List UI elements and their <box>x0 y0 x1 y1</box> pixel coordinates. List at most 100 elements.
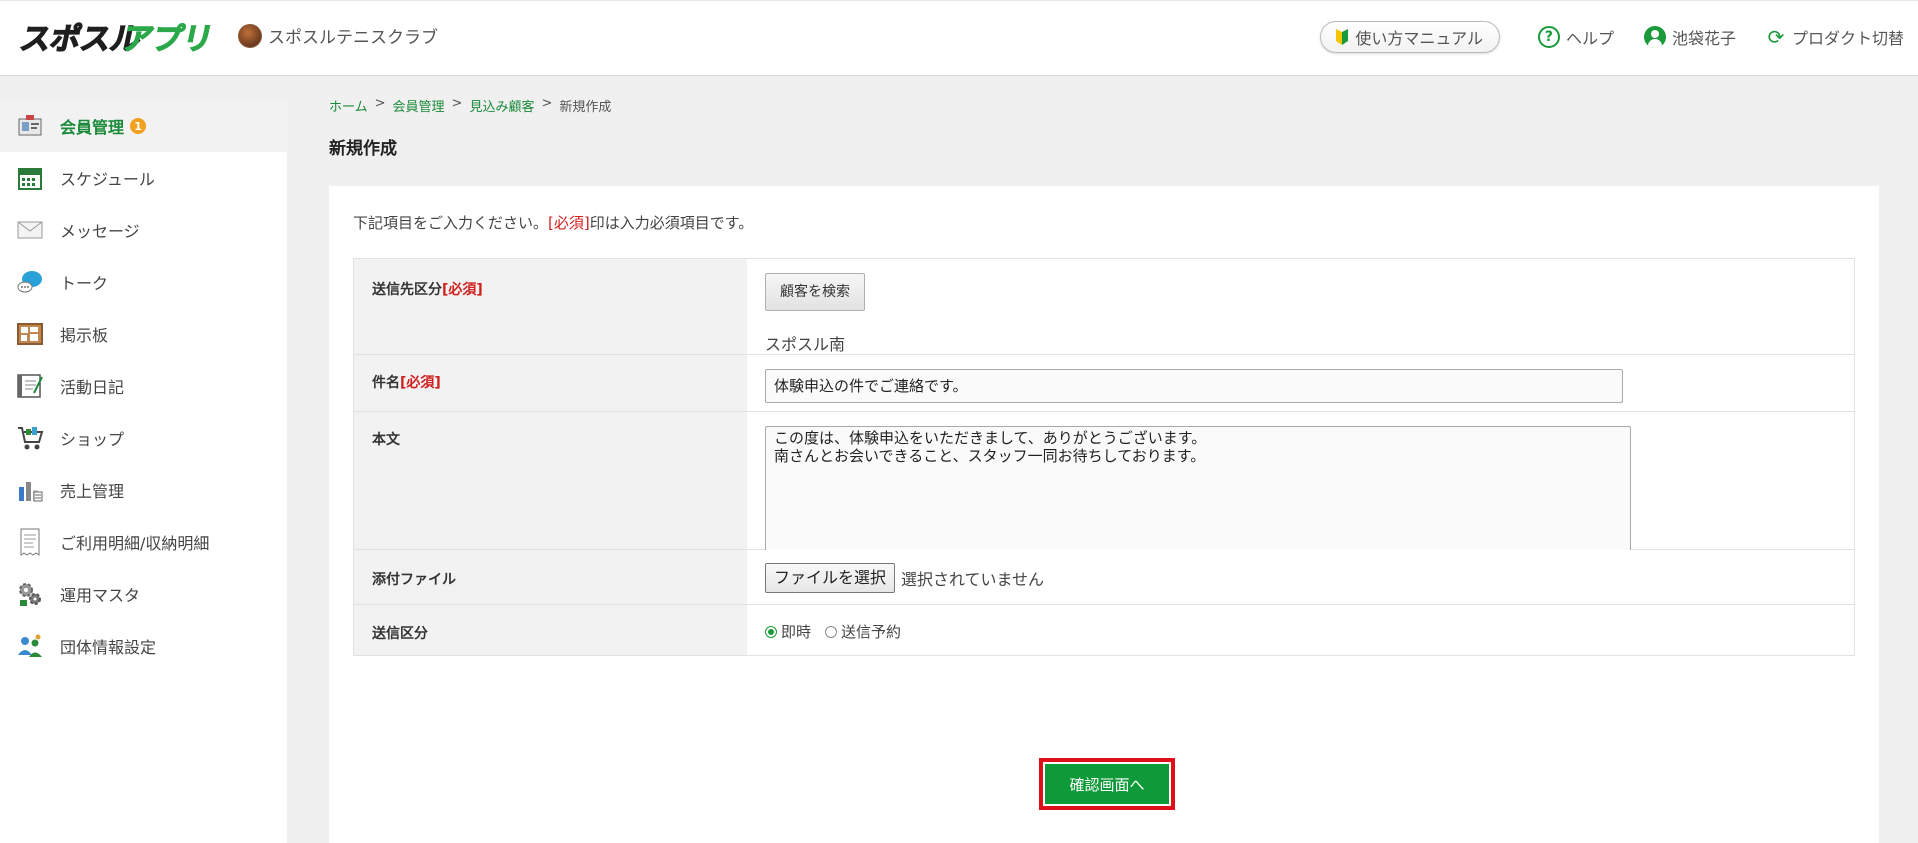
radio-unchecked-icon <box>825 625 838 638</box>
app-logo[interactable]: スポスル アプリ <box>16 15 217 61</box>
help-link[interactable]: ? ヘルプ <box>1537 25 1614 49</box>
attachment-value: ファイルを選択 選択されていません <box>747 550 1854 604</box>
breadcrumb: ホーム > 会員管理 > 見込み顧客 > 新規作成 <box>329 96 611 115</box>
body-value: この度は、体験申込をいただきまして、ありがとうございます。 南さんとお会いできる… <box>747 412 1854 552</box>
required-tag: [必須] <box>442 282 483 298</box>
radio-immediate[interactable]: 即時 <box>765 621 811 642</box>
notification-badge: 1 <box>130 118 147 134</box>
sidebar-item-label: 活動日記 <box>60 378 125 397</box>
body-line-1: この度は、体験申込をいただきまして、ありがとうございます。 <box>774 429 1207 447</box>
required-tag: [必須] <box>400 375 441 391</box>
group-settings-icon <box>16 632 44 660</box>
org-selector[interactable]: スポスルテニスクラブ <box>238 23 438 48</box>
header-actions: 使い方マニュアル ? ヘルプ 池袋花子 ⟳ プロダクト切替 <box>1320 21 1918 53</box>
recipient-label: 送信先区分[必須] <box>354 259 747 354</box>
send-type-label: 送信区分 <box>354 605 747 655</box>
app-logo-graphic: スポスル アプリ <box>16 22 217 58</box>
breadcrumb-separator: > <box>374 96 386 111</box>
sidebar-item-group-settings[interactable]: 団体情報設定 <box>0 620 287 672</box>
sidebar: 会員管理 1 スケジュール メッセージ トーク 掲示板 活動日記 ショップ 売上… <box>0 100 287 843</box>
attachment-label-text: 添付ファイル <box>372 572 456 588</box>
manual-button[interactable]: 使い方マニュアル <box>1320 21 1500 53</box>
recipient-value: 顧客を検索 スポスル南 <box>747 259 1854 354</box>
sidebar-item-message[interactable]: メッセージ <box>0 204 287 256</box>
breadcrumb-prospects[interactable]: 見込み顧客 <box>469 96 534 115</box>
subject-label-text: 件名 <box>372 375 400 391</box>
refresh-icon: ⟳ <box>1767 25 1785 49</box>
product-switch-link[interactable]: ⟳ プロダクト切替 <box>1766 25 1904 49</box>
sidebar-item-label: ご利用明細/収納明細 <box>60 534 210 553</box>
sidebar-item-label: 売上管理 <box>60 482 125 501</box>
sidebar-item-label: 団体情報設定 <box>60 638 157 657</box>
radio-checked-icon <box>765 625 777 638</box>
sidebar-item-schedule[interactable]: スケジュール <box>0 152 287 204</box>
manual-label: 使い方マニュアル <box>1355 29 1483 48</box>
page-title: 新規作成 <box>329 139 397 159</box>
choose-file-button[interactable]: ファイルを選択 <box>765 563 896 593</box>
form-panel: 下記項目をご入力ください。[必須]印は入力必須項目です。 送信先区分[必須] 顧… <box>329 186 1879 843</box>
confirm-button[interactable]: 確認画面へ <box>1045 764 1169 804</box>
body-textarea[interactable]: この度は、体験申込をいただきまして、ありがとうございます。 南さんとお会いできる… <box>765 426 1631 552</box>
breadcrumb-home[interactable]: ホーム <box>329 96 368 115</box>
sidebar-item-label: スケジュール <box>60 170 155 189</box>
sidebar-item-shop[interactable]: ショップ <box>0 412 287 464</box>
beginner-mark-icon <box>1336 29 1349 45</box>
sales-chart-icon <box>16 476 44 504</box>
sidebar-item-label: ショップ <box>60 430 125 449</box>
breadcrumb-separator: > <box>541 96 553 111</box>
org-name: スポスルテニスクラブ <box>268 28 438 48</box>
product-switch-label: プロダクト切替 <box>1791 29 1904 48</box>
sidebar-item-label: 掲示板 <box>60 326 109 345</box>
top-header: スポスル アプリ スポスルテニスクラブ 使い方マニュアル ? ヘルプ 池袋花子 … <box>0 0 1918 76</box>
sidebar-item-label: メッセージ <box>60 222 140 241</box>
sidebar-item-sales[interactable]: 売上管理 <box>0 464 287 516</box>
form-row-subject: 件名[必須] 体験申込の件でご連絡です。 <box>354 355 1854 412</box>
customer-search-button[interactable]: 顧客を検索 <box>765 273 865 311</box>
form-row-body: 本文 この度は、体験申込をいただきまして、ありがとうございます。 南さんとお会い… <box>354 412 1854 552</box>
subject-value: 体験申込の件でご連絡です。 <box>747 355 1854 411</box>
app-logo-text-green: アプリ <box>119 22 216 57</box>
form-row-send-type: 送信区分 即時 送信予約 <box>354 605 1854 655</box>
diary-icon <box>16 372 44 400</box>
send-type-value: 即時 送信予約 <box>747 605 1854 655</box>
intro-text-before: 下記項目をご入力ください。 <box>353 214 549 232</box>
form-row-recipient: 送信先区分[必須] 顧客を検索 スポスル南 <box>354 259 1854 355</box>
subject-input[interactable]: 体験申込の件でご連絡です。 <box>765 369 1623 403</box>
sidebar-item-label: 会員管理 <box>60 118 125 137</box>
body-line-2: 南さんとお会いできること、スタッフ一同お待ちしております。 <box>774 447 1206 465</box>
sidebar-item-master[interactable]: 運用マスタ <box>0 568 287 620</box>
user-menu[interactable]: 池袋花子 <box>1643 25 1736 49</box>
sidebar-item-member[interactable]: 会員管理 1 <box>0 100 287 152</box>
gears-icon <box>16 580 44 608</box>
receipt-icon <box>16 528 44 556</box>
sidebar-item-diary[interactable]: 活動日記 <box>0 360 287 412</box>
envelope-icon <box>16 216 44 244</box>
radio-scheduled-label: 送信予約 <box>841 623 902 641</box>
main-content: ホーム > 会員管理 > 見込み顧客 > 新規作成 新規作成 下記項目をご入力く… <box>287 76 1918 843</box>
org-avatar-icon <box>238 23 262 48</box>
calendar-icon <box>16 164 44 192</box>
chat-bubble-icon <box>16 268 44 296</box>
user-name: 池袋花子 <box>1671 29 1736 48</box>
intro-text-after: 印は入力必須項目です。 <box>589 214 754 232</box>
intro-required-mark: [必須] <box>548 214 590 232</box>
help-icon: ? <box>1537 26 1560 48</box>
member-card-icon <box>16 112 44 140</box>
sidebar-item-label: トーク <box>60 274 109 293</box>
breadcrumb-current: 新規作成 <box>559 100 612 115</box>
breadcrumb-member[interactable]: 会員管理 <box>393 96 445 115</box>
form-intro: 下記項目をご入力ください。[必須]印は入力必須項目です。 <box>353 212 753 233</box>
sidebar-item-statement[interactable]: ご利用明細/収納明細 <box>0 516 287 568</box>
body-label: 本文 <box>354 412 747 549</box>
form-row-attachment: 添付ファイル ファイルを選択 選択されていません <box>354 550 1854 605</box>
user-icon <box>1643 26 1666 48</box>
sidebar-item-board[interactable]: 掲示板 <box>0 308 287 360</box>
confirm-button-highlight: 確認画面へ <box>1039 758 1175 810</box>
send-type-label-text: 送信区分 <box>372 626 428 642</box>
sidebar-item-label: 運用マスタ <box>60 586 141 605</box>
sidebar-item-talk[interactable]: トーク <box>0 256 287 308</box>
selected-recipient: スポスル南 <box>765 335 846 354</box>
radio-scheduled[interactable]: 送信予約 <box>825 621 901 642</box>
file-picker: ファイルを選択 選択されていません <box>765 563 1836 593</box>
form-table: 送信先区分[必須] 顧客を検索 スポスル南 件名[必須] 体験申込の件でご連絡で… <box>353 258 1855 656</box>
